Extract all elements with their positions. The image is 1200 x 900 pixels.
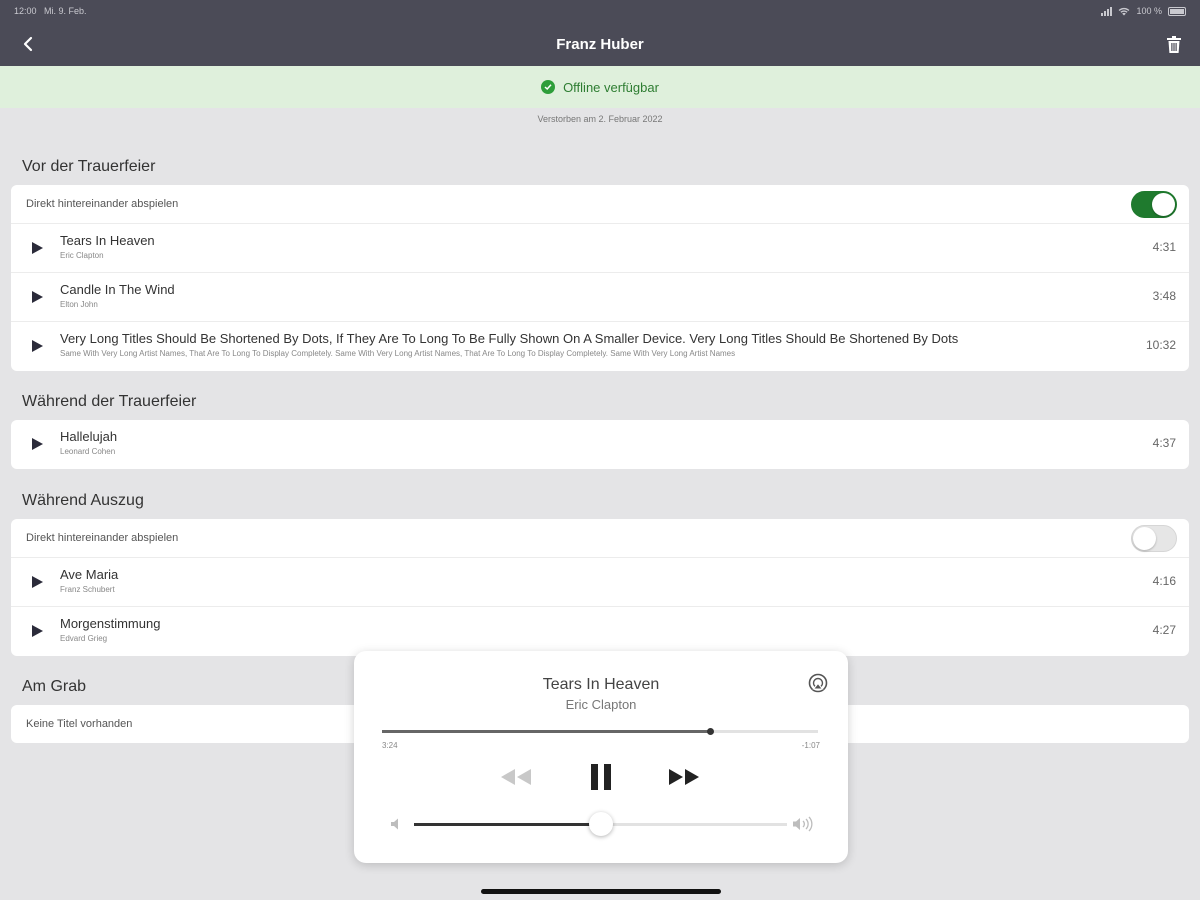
battery-icon — [1168, 6, 1186, 16]
track-artist: Eric Clapton — [60, 251, 104, 260]
player-track-title: Tears In Heaven — [542, 676, 660, 693]
play-icon[interactable] — [30, 241, 44, 255]
track-artist: Franz Schubert — [60, 585, 115, 594]
fast-forward-button[interactable] — [666, 764, 702, 790]
toggle-knob — [1152, 193, 1175, 216]
back-button[interactable] — [16, 32, 40, 56]
track-title: Candle In The Wind — [60, 282, 175, 297]
play-icon[interactable] — [30, 339, 44, 353]
section-card-before-ceremony: Direkt hintereinander abspielen Tears In… — [11, 185, 1189, 371]
track-duration: 4:16 — [1152, 574, 1176, 588]
battery-percent: 100 % — [1136, 6, 1162, 16]
track-duration: 4:37 — [1152, 436, 1176, 450]
track-artist: Leonard Cohen — [60, 447, 116, 456]
delete-button[interactable] — [1162, 32, 1186, 56]
fast-forward-icon — [669, 769, 699, 785]
audio-player-panel: Tears In Heaven Eric Clapton 3:24 -1:07 — [354, 651, 848, 863]
autoplay-label: Direkt hintereinander abspielen — [26, 198, 179, 210]
rewind-icon — [501, 769, 531, 785]
track-artist: Same With Very Long Artist Names, That A… — [60, 349, 736, 358]
track-row[interactable]: Candle In The Wind Elton John 3:48 — [11, 273, 1189, 322]
section-title-during-ceremony: Während der Trauerfeier — [22, 393, 197, 410]
play-icon[interactable] — [30, 437, 44, 451]
empty-state-text: Keine Titel vorhanden — [26, 718, 133, 730]
offline-banner: Offline verfügbar — [0, 66, 1200, 108]
track-title: Hallelujah — [60, 429, 118, 444]
track-artist: Elton John — [60, 300, 98, 309]
airplay-button[interactable] — [808, 673, 828, 693]
status-time: 12:00 — [14, 6, 37, 16]
section-title-procession: Während Auszug — [22, 492, 144, 509]
navigation-bar: Franz Huber — [0, 22, 1200, 66]
playback-progress-thumb[interactable] — [706, 728, 714, 735]
track-row[interactable]: Morgenstimmung Edvard Grieg 4:27 — [11, 607, 1189, 656]
remaining-time: -1:07 — [801, 741, 820, 750]
pause-button[interactable] — [586, 761, 616, 793]
status-date: Mi. 9. Feb. — [44, 6, 87, 16]
autoplay-row: Direkt hintereinander abspielen — [11, 519, 1189, 558]
chevron-left-icon — [23, 36, 33, 52]
wifi-icon — [1119, 7, 1130, 15]
track-row[interactable]: Tears In Heaven Eric Clapton 4:31 — [11, 224, 1189, 273]
status-bar: 12:00 Mi. 9. Feb. 100 % — [0, 0, 1200, 22]
rewind-button[interactable] — [498, 764, 534, 790]
airplay-icon — [808, 673, 828, 693]
trash-icon — [1167, 35, 1181, 53]
volume-thumb[interactable] — [588, 812, 613, 836]
autoplay-toggle[interactable] — [1131, 191, 1177, 218]
status-left: 12:00 Mi. 9. Feb. — [14, 6, 87, 16]
volume-low-icon — [391, 818, 398, 830]
player-track-artist: Eric Clapton — [565, 697, 637, 712]
section-card-procession: Direkt hintereinander abspielen Ave Mari… — [11, 519, 1189, 656]
status-right: 100 % — [1101, 6, 1186, 16]
autoplay-label: Direkt hintereinander abspielen — [26, 532, 179, 544]
track-title: Tears In Heaven — [60, 233, 155, 248]
track-title: Morgenstimmung — [60, 616, 161, 631]
volume-slider[interactable] — [414, 812, 787, 836]
play-icon[interactable] — [30, 624, 44, 638]
autoplay-toggle[interactable] — [1131, 525, 1177, 552]
volume-fill — [414, 823, 601, 826]
track-artist: Edvard Grieg — [60, 634, 108, 643]
playback-progress-bar[interactable] — [382, 728, 818, 735]
playback-progress-fill — [382, 730, 710, 733]
section-card-during-ceremony: Hallelujah Leonard Cohen 4:37 — [11, 420, 1189, 469]
play-icon[interactable] — [30, 575, 44, 589]
offline-text: Offline verfügbar — [563, 79, 659, 95]
pause-icon — [591, 764, 611, 790]
section-title-at-grave: Am Grab — [22, 678, 87, 695]
track-duration: 4:27 — [1152, 623, 1176, 637]
section-title-before-ceremony: Vor der Trauerfeier — [22, 158, 156, 175]
play-icon[interactable] — [30, 290, 44, 304]
toggle-knob — [1133, 527, 1156, 550]
track-title: Very Long Titles Should Be Shortened By … — [60, 331, 959, 346]
home-indicator — [481, 889, 721, 894]
track-duration: 3:48 — [1152, 289, 1176, 303]
track-duration: 10:32 — [1145, 338, 1176, 352]
checkmark-circle-icon — [541, 80, 556, 94]
track-row[interactable]: Hallelujah Leonard Cohen 4:37 — [11, 420, 1189, 469]
volume-high-icon — [793, 816, 813, 832]
page-title: Franz Huber — [556, 35, 644, 53]
track-row[interactable]: Very Long Titles Should Be Shortened By … — [11, 322, 1189, 371]
autoplay-row: Direkt hintereinander abspielen — [11, 185, 1189, 224]
track-row[interactable]: Ave Maria Franz Schubert 4:16 — [11, 558, 1189, 607]
deceased-date: Verstorben am 2. Februar 2022 — [537, 114, 663, 124]
elapsed-time: 3:24 — [382, 741, 398, 750]
track-duration: 4:31 — [1152, 240, 1176, 254]
signal-icon — [1101, 6, 1113, 16]
track-title: Ave Maria — [60, 567, 119, 582]
